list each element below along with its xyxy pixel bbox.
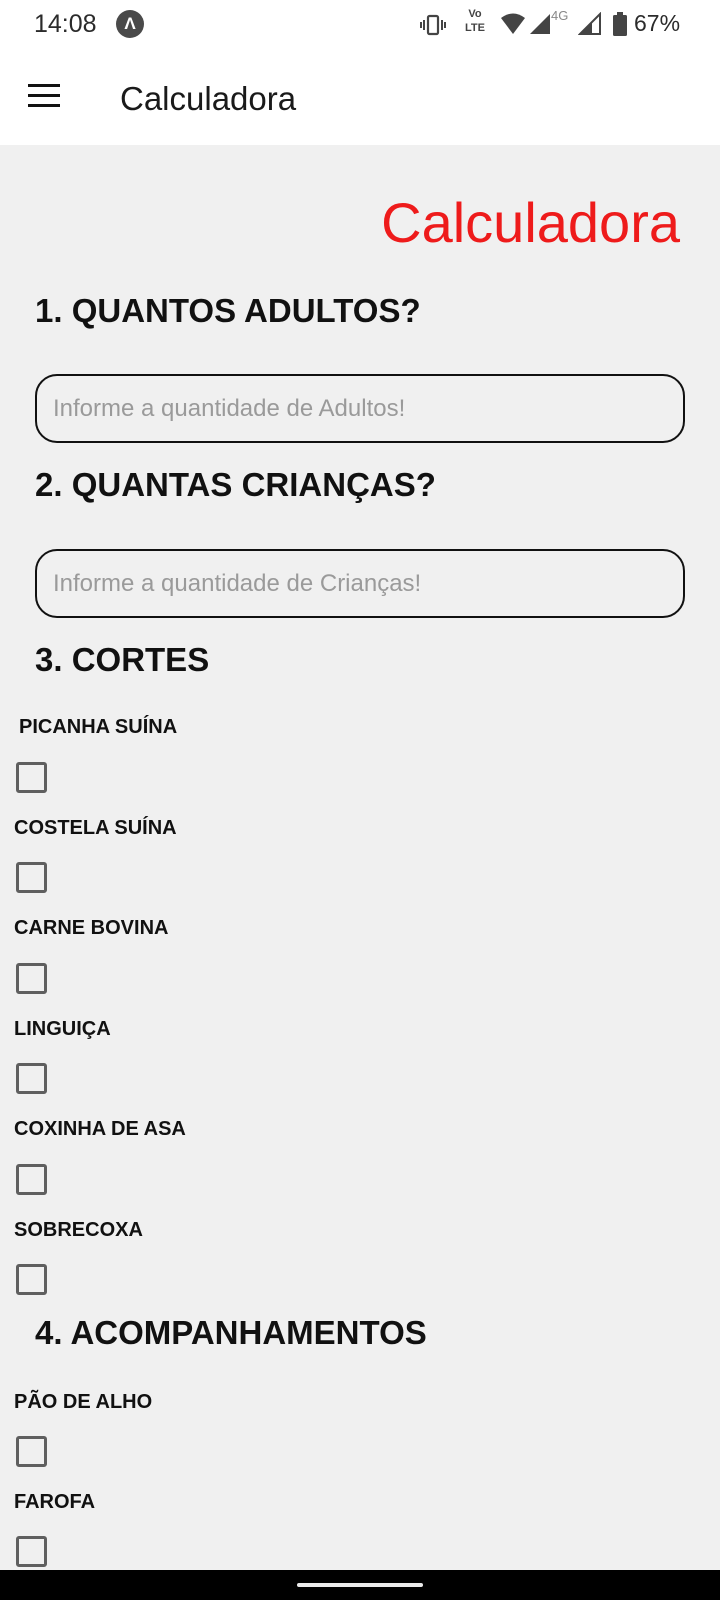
cuts-heading: 3. CORTES [35,641,210,678]
adults-heading: 1. QUANTOS ADULTOS? [35,292,421,329]
checkbox-costela-suina[interactable] [16,862,47,893]
app-notification-icon: Λ [116,10,144,38]
wifi-icon [501,13,525,34]
checkbox-coxinha-de-asa[interactable] [16,1164,47,1195]
signal-icon [530,14,550,34]
page-title: Calculadora [381,191,680,254]
checkbox-linguica[interactable] [16,1063,47,1094]
status-bar: 14:08 Λ Vo LTE 4G 67% [0,0,720,50]
signal-icon [578,12,601,35]
cut-label-costela-suina: COSTELA SUÍNA [14,817,177,839]
cut-label-picanha-suina: PICANHA SUÍNA [19,716,178,738]
sides-heading: 4. ACOMPANHAMENTOS [35,1314,427,1351]
children-heading: 2. QUANTAS CRIANÇAS? [35,466,436,503]
volte-icon: Vo LTE [465,8,485,34]
cut-label-linguica: LINGUIÇA [14,1018,111,1040]
side-label-pao-de-alho: PÃO DE ALHO [14,1391,153,1413]
app-bar: Calculadora [0,50,720,145]
app-bar-title: Calculadora [120,80,297,117]
checkbox-sobrecoxa[interactable] [16,1264,47,1295]
battery-icon [613,12,627,36]
battery-percentage: 67% [634,10,681,36]
children-input[interactable] [35,549,685,618]
checkbox-carne-bovina[interactable] [16,963,47,994]
network-type-label: 4G [551,8,569,23]
system-navigation-bar [0,1570,720,1600]
status-time: 14:08 [34,10,97,38]
vibrate-icon [420,14,446,36]
checkbox-pao-de-alho[interactable] [16,1436,47,1467]
checkbox-picanha-suina[interactable] [16,762,47,793]
hamburger-menu-icon[interactable] [26,78,62,114]
cut-label-coxinha-de-asa: COXINHA DE ASA [14,1118,186,1140]
cut-label-carne-bovina: CARNE BOVINA [14,917,169,939]
side-label-farofa: FAROFA [14,1491,96,1513]
home-indicator[interactable] [297,1583,423,1587]
adults-input[interactable] [35,374,685,443]
cut-label-sobrecoxa: SOBRECOXA [14,1219,143,1241]
checkbox-farofa[interactable] [16,1536,47,1567]
